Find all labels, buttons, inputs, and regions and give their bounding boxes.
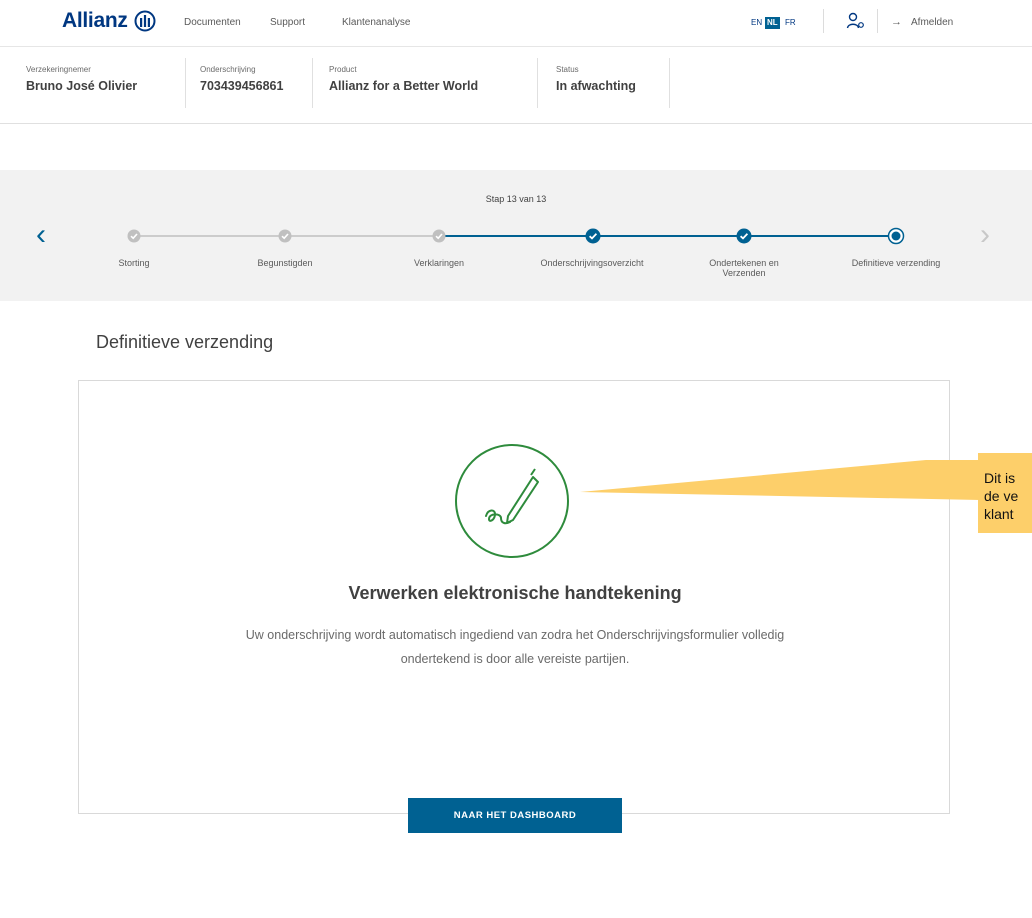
nav-klantenanalyse[interactable]: Klantenanalyse	[342, 17, 410, 28]
nav-documenten[interactable]: Documenten	[184, 17, 241, 28]
step-check-icon[interactable]	[277, 228, 293, 244]
info-value: In afwachting	[556, 79, 636, 93]
info-divider	[312, 58, 313, 108]
progress-stepper: Stap 13 van 13 ‹ › Storting Begunstigden…	[0, 170, 1032, 301]
info-label: Status	[556, 65, 579, 74]
signature-card: Verwerken elektronische handtekening Uw …	[78, 380, 950, 814]
dashboard-button[interactable]: NAAR HET DASHBOARD	[408, 798, 622, 833]
step-check-icon[interactable]	[735, 227, 753, 245]
tooltip-pointer	[580, 460, 980, 500]
info-product: Product Allianz for a Better World	[329, 59, 478, 103]
info-policyholder: Verzekeringnemer Bruno José Olivier	[26, 59, 137, 103]
policy-info-bar: Verzekeringnemer Bruno José Olivier Onde…	[0, 47, 1032, 124]
info-value: 703439456861	[200, 79, 284, 93]
card-heading: Verwerken elektronische handtekening	[348, 583, 682, 603]
allianz-logo[interactable]: Allianz	[62, 9, 156, 33]
stepper-track	[134, 235, 896, 237]
step-label-overzicht: Onderschrijvingsoverzicht	[540, 258, 644, 268]
e-signature-icon	[455, 444, 569, 558]
tooltip-text: Dit is de ve klant	[984, 470, 1019, 522]
info-label: Verzekeringnemer	[26, 65, 91, 74]
info-value: Allianz for a Better World	[329, 79, 479, 93]
header-divider	[823, 9, 824, 33]
lang-nl[interactable]: NL	[765, 17, 780, 29]
user-settings-icon[interactable]	[846, 11, 866, 31]
page-title: Definitieve verzending	[96, 332, 274, 352]
info-divider	[669, 58, 670, 108]
step-check-icon[interactable]	[584, 227, 602, 245]
arrow-right-icon: →	[891, 16, 902, 28]
tooltip-box: Dit is de ve klant	[978, 453, 1032, 533]
info-label: Product	[329, 65, 357, 74]
info-divider	[537, 58, 538, 108]
logout-label: Afmelden	[911, 16, 954, 28]
top-header: Allianz Documenten Support Klantenanalys…	[0, 0, 1032, 47]
step-check-icon[interactable]	[431, 228, 447, 244]
info-divider	[185, 58, 186, 108]
step-label-ondertekenen: Ondertekenen en Verzenden	[709, 258, 779, 278]
lang-en[interactable]: EN	[749, 17, 764, 29]
header-divider	[877, 9, 878, 33]
logout-link[interactable]: → Afmelden	[891, 16, 953, 28]
info-status: Status In afwachting	[556, 59, 636, 103]
lang-fr[interactable]: FR	[783, 17, 798, 29]
step-current-icon	[887, 227, 905, 245]
card-description: Uw onderschrijving wordt automatisch ing…	[245, 628, 785, 666]
info-value: Bruno José Olivier	[26, 79, 138, 93]
allianz-eagle-icon	[134, 10, 156, 32]
info-subscription: Onderschrijving 703439456861	[200, 59, 283, 103]
step-label-begunstigden: Begunstigden	[257, 258, 313, 268]
info-label: Onderschrijving	[200, 65, 256, 74]
step-label-storting: Storting	[118, 258, 150, 268]
nav-support[interactable]: Support	[270, 17, 305, 28]
step-label-definitieve: Definitieve verzending	[851, 258, 941, 268]
logo-text: Allianz	[62, 9, 128, 32]
step-check-icon[interactable]	[126, 228, 142, 244]
step-label-verklaringen: Verklaringen	[413, 258, 465, 268]
